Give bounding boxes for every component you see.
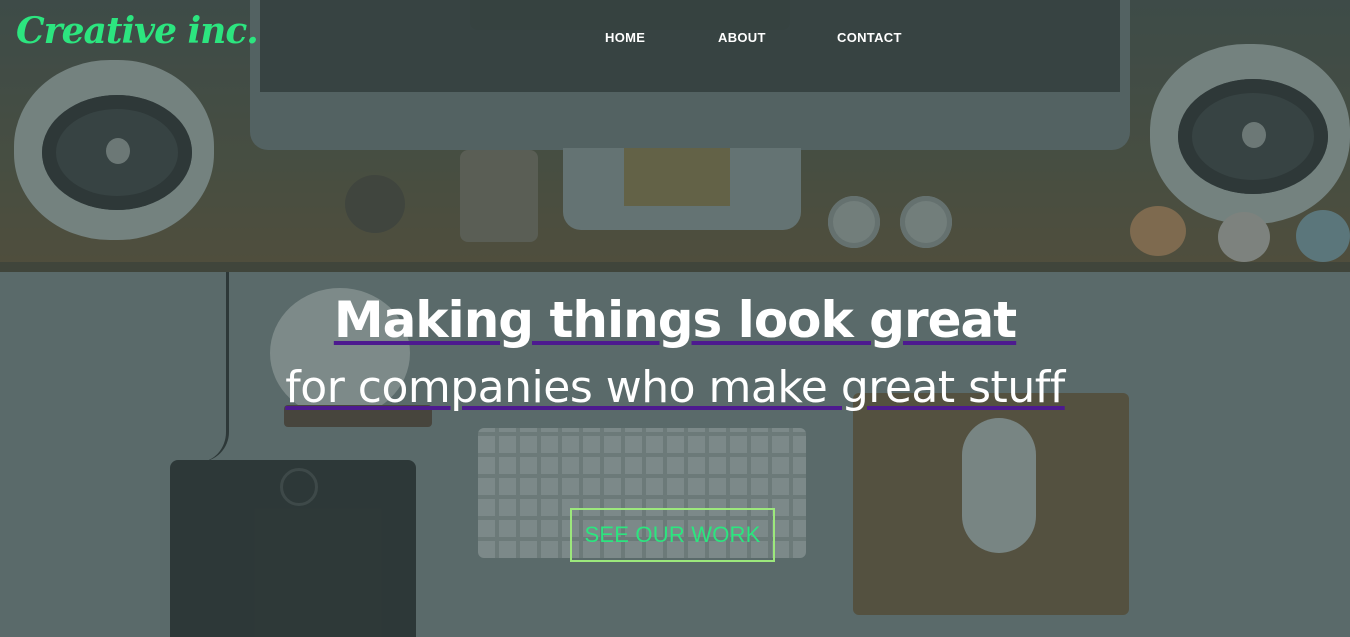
hero-headline-text: Making things look great [333, 291, 1017, 349]
hero-headline: Making things look great [0, 290, 1350, 350]
nav-item-about[interactable]: ABOUT [718, 30, 766, 45]
see-our-work-button[interactable]: SEE OUR WORK [570, 508, 775, 562]
hero-section: Creative inc. HOME ABOUT CONTACT Making … [0, 0, 1350, 637]
nav-item-contact[interactable]: CONTACT [837, 30, 902, 45]
hero-subline-text: for companies who make great stuff [285, 362, 1065, 413]
nav-item-home[interactable]: HOME [605, 30, 645, 45]
hero-subline: for companies who make great stuff [0, 360, 1350, 416]
main-nav: HOME ABOUT CONTACT [0, 30, 1350, 50]
